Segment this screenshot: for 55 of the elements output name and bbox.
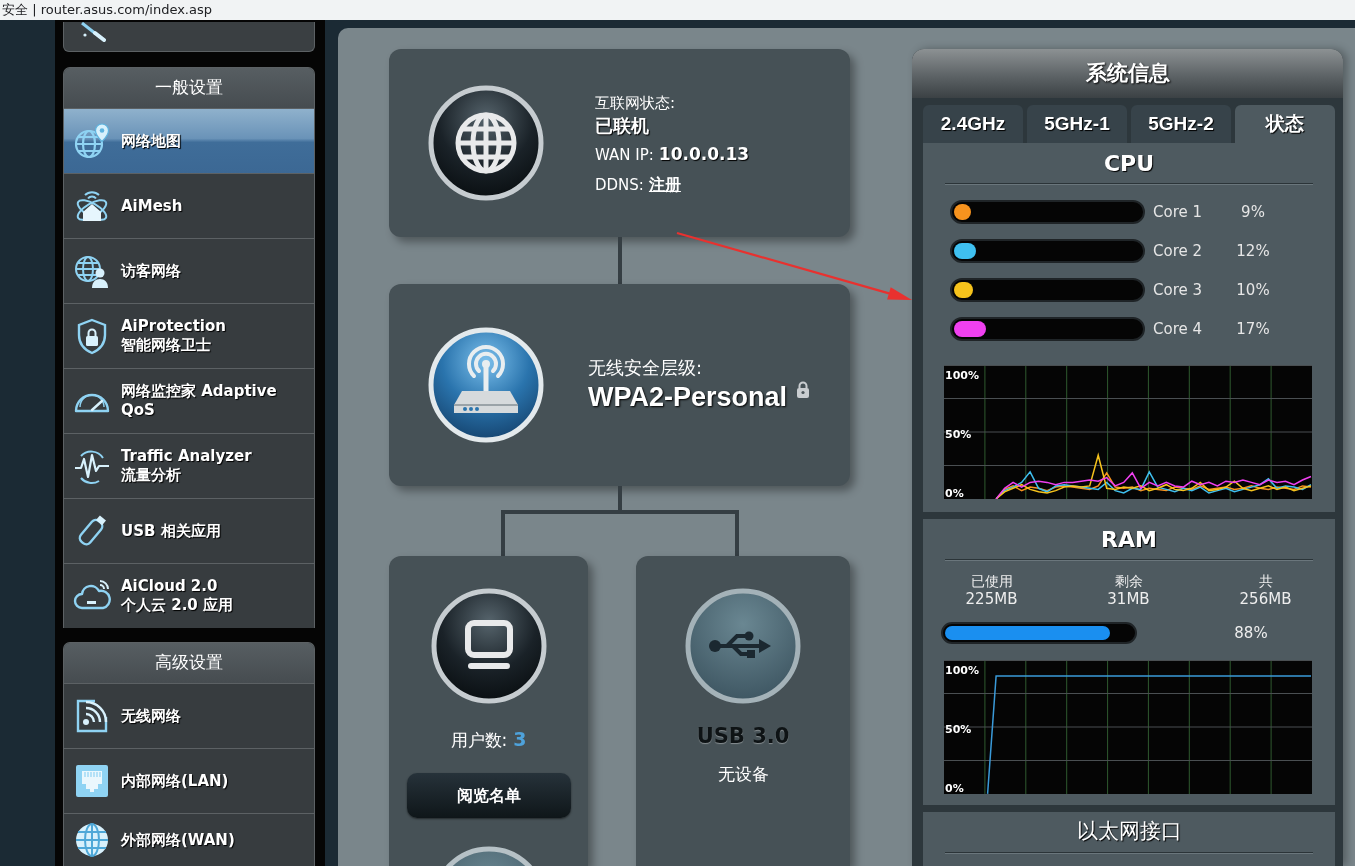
globe-pin-icon [73,122,111,160]
connector-line [618,237,622,284]
ddns-register-link[interactable]: 注册 [648,174,681,194]
axis-tick-label: 100% [945,369,979,382]
client-count-label: 用户数: [450,729,508,751]
ram-stat-value: 225MB [964,590,1019,608]
ram-stat-label: 已使用 [969,572,1014,590]
wan-ip-label: WAN IP: [595,145,654,164]
client-list-button[interactable]: 阅览名单 [406,773,571,818]
core-reading: 10% [1235,279,1271,301]
ram-stat-label: 剩余 [1113,572,1144,590]
connection-status: 已联机 [595,113,650,138]
wan-ip-value: 10.0.0.13 [658,143,750,164]
axis-tick-label: 50% [945,428,972,441]
ram-usage-reading: 88% [1233,623,1269,644]
panel-title: 系统信息 [912,49,1343,98]
axis-tick-label: 50% [945,722,972,736]
sidebar-section-header: 一般设置 [64,68,314,108]
core-label: Core 4 [1153,318,1204,340]
section-title: 以太网接口 [1075,818,1183,846]
globe-icon [428,85,544,201]
usb-version-label: USB 3.0 [696,723,790,749]
axis-tick-label: 0% [945,487,964,499]
monitor-icon [430,588,547,704]
sidebar-item[interactable]: 网络地图 [64,108,314,173]
security-level-label: 无线安全层级: [588,356,704,380]
section-title: RAM [1100,525,1158,554]
core-label: Core 2 [1153,240,1204,262]
wand-icon [80,22,106,42]
core-reading: 9% [1240,201,1266,223]
usb-icon [685,588,801,704]
section-title: CPU [1102,149,1156,178]
ethernet-port-icon [73,762,111,800]
client-count: 3 [513,728,527,750]
security-mode: WPA2-Personal [588,381,788,414]
sidebar-section-header: 高级设置 [64,643,314,683]
tab[interactable]: 2.4GHz [923,105,1023,143]
address-bar[interactable]: 安全 | router.asus.com/index.asp [0,0,1355,20]
ram-stat-value: 31MB [1106,590,1151,608]
axis-tick-label: 100% [945,663,979,677]
core-label: Core 3 [1153,279,1204,301]
core-reading: 12% [1235,240,1271,262]
tab[interactable]: 状态 [1235,105,1335,143]
tab[interactable]: 5GHz-1 [1027,105,1127,143]
ram-stat-value: 256MB [1238,590,1293,608]
core-reading: 17% [1235,318,1271,340]
ram-stat-label: 共 [1257,572,1274,590]
usb-status: 无设备 [717,763,769,785]
core-label: Core 1 [1153,201,1204,223]
axis-tick-label: 0% [945,781,964,794]
globe-icon [73,821,111,859]
ddns-label: DDNS: [595,175,644,194]
internet-status-label: 互联网状态: [595,92,677,113]
router-icon [428,327,544,443]
tab[interactable]: 5GHz-2 [1131,105,1231,143]
